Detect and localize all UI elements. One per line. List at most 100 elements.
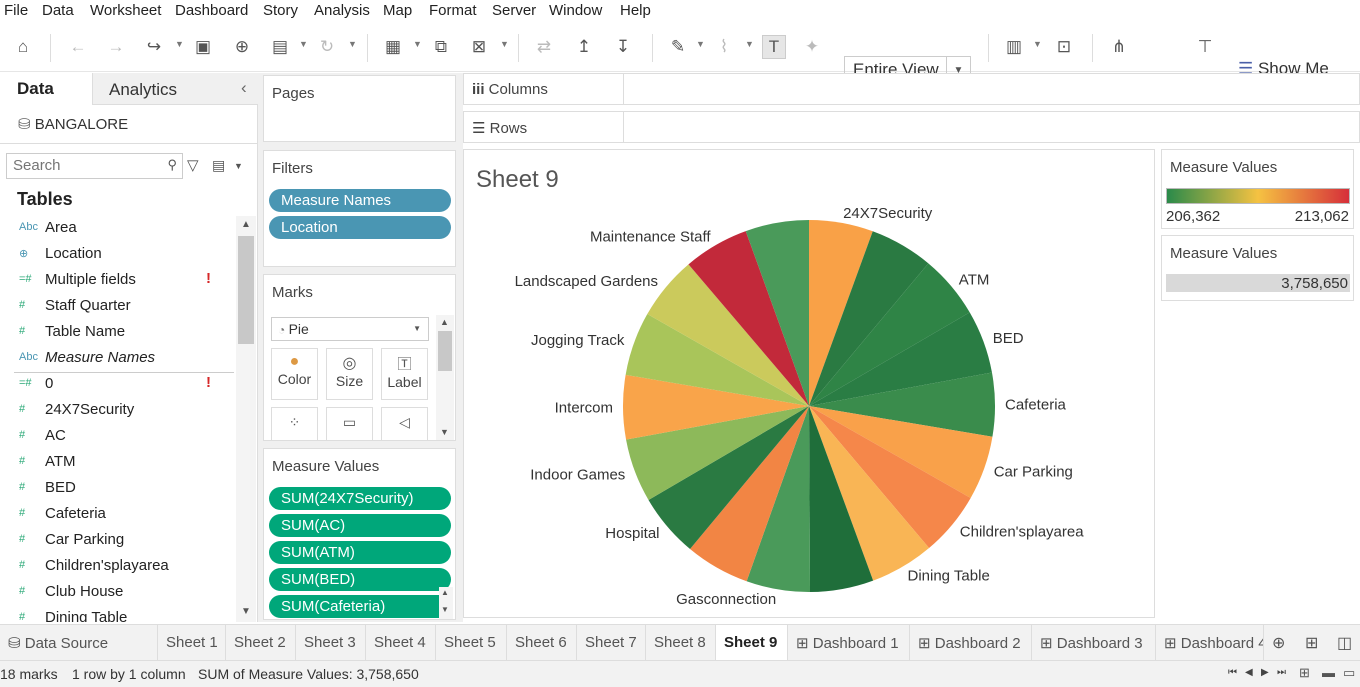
field-item[interactable]: =# 0! [0, 372, 234, 398]
tab-data[interactable]: Data [17, 73, 54, 105]
tab-sheet[interactable]: Sheet 1 [158, 625, 226, 661]
field-item[interactable]: # Club House [0, 580, 234, 606]
field-item[interactable]: Abc Area [0, 216, 234, 242]
cards-icon[interactable]: ▥ [1002, 35, 1026, 59]
new-datasource-icon[interactable]: ⊕ [230, 35, 254, 59]
chevron-down-icon[interactable]: ▼ [745, 39, 754, 49]
tab-sheet[interactable]: Sheet 8 [646, 625, 716, 661]
field-item[interactable]: ⊕ Location [0, 242, 234, 268]
chevron-down-icon[interactable]: ▼ [175, 39, 184, 49]
refresh-icon[interactable]: ↻ [315, 35, 339, 59]
scroll-thumb[interactable] [438, 331, 452, 371]
new-dashboard-icon[interactable]: ⊞ [1305, 633, 1318, 653]
rows-shelf[interactable]: ☰ Rows [463, 111, 1360, 143]
tab-dashboard[interactable]: ⊞ Dashboard 1 [788, 625, 910, 661]
tab-sheet[interactable]: Sheet 3 [296, 625, 366, 661]
first-page-icon[interactable]: ⏮ [1228, 667, 1237, 678]
menu-server[interactable]: Server [492, 2, 536, 19]
menu-data[interactable]: Data [42, 2, 74, 19]
color-legend[interactable]: Measure Values 206,362 213,062 [1161, 149, 1354, 229]
field-item[interactable]: # Children'splayarea [0, 554, 234, 580]
field-item[interactable]: # Table Name [0, 320, 234, 346]
filmstrip-icon[interactable]: ▬ [1322, 665, 1335, 680]
attach-icon[interactable]: ⌇ [712, 35, 736, 59]
scroll-down-icon[interactable]: ▼ [241, 606, 251, 617]
scrollbar[interactable]: ▲ ▼ [236, 216, 256, 622]
mark-type-select[interactable]: ◔ Pie ▼ [271, 317, 429, 341]
sort-descending-icon[interactable]: ↧ [611, 35, 635, 59]
menu-analysis[interactable]: Analysis [314, 2, 370, 19]
new-story-icon[interactable]: ◫ [1337, 633, 1352, 653]
menu-dashboard[interactable]: Dashboard [175, 2, 248, 19]
detail-icon[interactable]: ⁘ [271, 407, 318, 441]
next-page-icon[interactable]: ▶ [1261, 667, 1269, 678]
list-view-icon[interactable]: ▤ [212, 157, 225, 174]
pin-icon[interactable]: ✦ [800, 35, 824, 59]
chevron-down-icon[interactable]: ▼ [696, 39, 705, 49]
field-item[interactable]: # Cafeteria [0, 502, 234, 528]
grid-view-icon[interactable]: ⊞ [1299, 665, 1310, 681]
scroll-up-icon[interactable]: ▲ [441, 588, 449, 597]
search-input[interactable] [7, 154, 157, 176]
tab-data-source[interactable]: ⛁ Data Source [0, 625, 158, 661]
tab-sheet-active[interactable]: Sheet 9 [716, 625, 788, 661]
columns-shelf[interactable]: iii Columns [463, 73, 1360, 105]
menu-story[interactable]: Story [263, 2, 298, 19]
measure-pill[interactable]: SUM(Cafeteria) [269, 595, 451, 618]
field-item[interactable]: Abc Measure Names [0, 346, 234, 372]
filter-icon[interactable]: ▽ [187, 156, 199, 174]
swap-icon[interactable]: ⇄ [532, 35, 556, 59]
size-button[interactable]: ◎ Size [326, 348, 373, 400]
measure-scrollbar[interactable]: ▲ ▼ [439, 587, 453, 619]
field-item[interactable]: # Car Parking [0, 528, 234, 554]
tab-dashboard[interactable]: ⊞ Dashboard 2 [910, 625, 1032, 661]
highlight-icon[interactable]: ✎ [666, 35, 690, 59]
chevron-down-icon[interactable]: ▼ [234, 161, 243, 171]
menu-help[interactable]: Help [620, 2, 651, 19]
chevron-down-icon[interactable]: ▼ [1033, 39, 1042, 49]
marks-scrollbar[interactable]: ▲ ▼ [436, 315, 454, 440]
tab-sheet[interactable]: Sheet 4 [366, 625, 436, 661]
undo-icon[interactable]: ← [66, 35, 90, 59]
tab-dashboard[interactable]: ⊞ Dashboard 3 [1032, 625, 1156, 661]
scroll-down-icon[interactable]: ▼ [441, 605, 449, 614]
field-item[interactable]: =# Multiple fields! [0, 268, 234, 294]
angle-icon[interactable]: ◁ [381, 407, 428, 441]
tabs-view-icon[interactable]: ▭ [1343, 665, 1355, 681]
save-icon[interactable]: ▣ [191, 35, 215, 59]
scroll-up-icon[interactable]: ▲ [440, 317, 449, 327]
prev-page-icon[interactable]: ◀ [1245, 667, 1253, 678]
new-sheet-icon[interactable]: ▦ [381, 35, 405, 59]
color-button[interactable]: ● Color [271, 348, 318, 400]
tab-sheet[interactable]: Sheet 5 [436, 625, 507, 661]
field-item[interactable]: # BED [0, 476, 234, 502]
chevron-down-icon[interactable]: ▼ [348, 39, 357, 49]
field-item[interactable]: #24X7Security [0, 398, 234, 424]
show-mark-labels-icon[interactable]: T [762, 35, 786, 59]
duplicate-sheet-icon[interactable]: ⧉ [429, 35, 453, 59]
field-item[interactable]: # AC [0, 424, 234, 450]
datasource-item[interactable]: ⛁ BANGALORE [18, 115, 128, 133]
tab-dashboard[interactable]: ⊞ Dashboard 4 [1156, 625, 1264, 661]
share-icon[interactable]: ⋔ [1107, 35, 1131, 59]
tab-sheet[interactable]: Sheet 2 [226, 625, 296, 661]
chevron-down-icon[interactable]: ▼ [299, 39, 308, 49]
tab-sheet[interactable]: Sheet 7 [577, 625, 646, 661]
presentation-icon[interactable]: ⊡ [1052, 35, 1076, 59]
replay-icon[interactable]: ↪ [142, 35, 166, 59]
scroll-up-icon[interactable]: ▲ [241, 219, 251, 230]
last-page-icon[interactable]: ⏭ [1277, 667, 1286, 678]
measure-pill[interactable]: SUM(ATM) [269, 541, 451, 564]
tab-analytics[interactable]: Analytics ‹ [92, 73, 258, 105]
tab-sheet[interactable]: Sheet 6 [507, 625, 577, 661]
clear-sheet-icon[interactable]: ⊠ [467, 35, 491, 59]
filter-pill-location[interactable]: Location [269, 216, 451, 239]
collapse-icon[interactable]: ‹ [241, 78, 247, 98]
menu-worksheet[interactable]: Worksheet [90, 2, 161, 19]
search-box[interactable]: ⚲ [6, 153, 183, 179]
menu-file[interactable]: File [4, 2, 28, 19]
sort-ascending-icon[interactable]: ↥ [572, 35, 596, 59]
new-worksheet-icon[interactable]: ⊕ [1272, 633, 1285, 653]
measure-pill[interactable]: SUM(24X7Security) [269, 487, 451, 510]
menu-map[interactable]: Map [383, 2, 412, 19]
